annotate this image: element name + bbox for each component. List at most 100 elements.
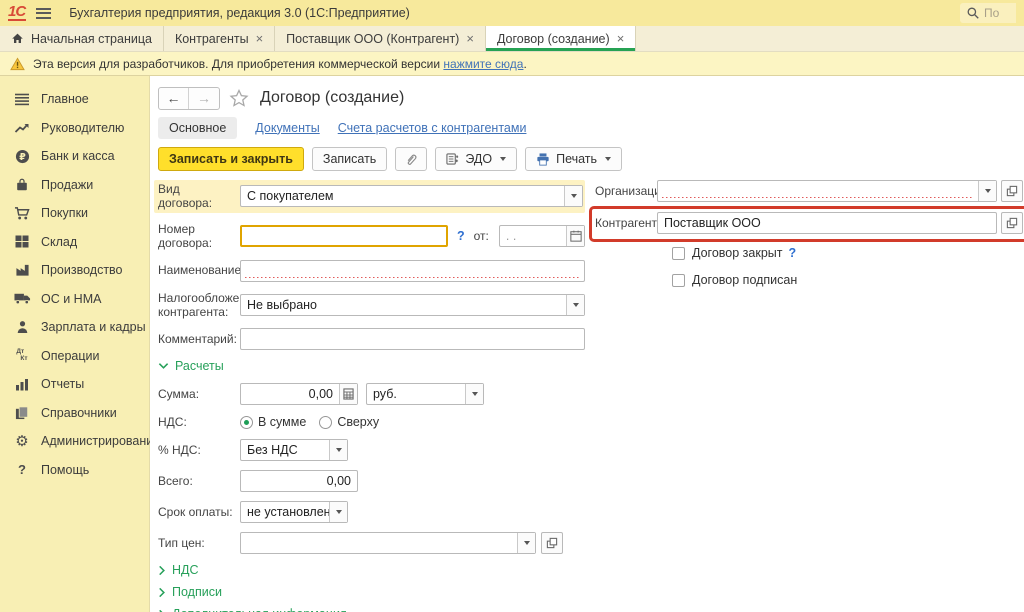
organizaciya-input[interactable] bbox=[658, 181, 978, 201]
tab-postavshchik[interactable]: Поставщик ООО (Контрагент) × bbox=[275, 26, 486, 51]
sidebar-item-label: Помощь bbox=[41, 463, 89, 477]
back-button[interactable]: ← bbox=[159, 88, 189, 109]
calendar-icon[interactable] bbox=[566, 226, 584, 246]
dropdown-arrow-icon[interactable] bbox=[329, 502, 347, 522]
raschety-section-toggle[interactable]: Расчеты bbox=[158, 359, 585, 373]
sidebar-item-operacii[interactable]: ДтКт Операции bbox=[0, 342, 149, 371]
tip-cen-input[interactable] bbox=[241, 533, 517, 553]
kommentarij-input[interactable] bbox=[240, 328, 585, 350]
radio-sverhu[interactable] bbox=[319, 416, 332, 429]
sidebar-item-otchety[interactable]: Отчеты bbox=[0, 370, 149, 399]
dropdown-arrow-icon[interactable] bbox=[329, 440, 347, 460]
tab-kontragenty[interactable]: Контрагенты × bbox=[164, 26, 275, 51]
group-dop-informaciya-toggle[interactable]: Дополнительная информация bbox=[158, 607, 585, 612]
tip-cen-select[interactable] bbox=[240, 532, 536, 554]
field-vsego: Всего: bbox=[158, 470, 585, 492]
printer-icon bbox=[536, 153, 550, 166]
ruble-coin-icon: ₽ bbox=[13, 148, 31, 164]
currency-select[interactable]: руб. bbox=[366, 383, 484, 405]
nomer-help-icon[interactable]: ? bbox=[457, 229, 465, 243]
chevron-down-icon bbox=[605, 157, 611, 161]
tab-home[interactable]: Начальная страница bbox=[0, 26, 164, 51]
srok-oplaty-select[interactable]: не установлен bbox=[240, 501, 348, 523]
chevron-right-icon bbox=[158, 587, 166, 598]
dropdown-arrow-icon[interactable] bbox=[566, 295, 584, 315]
sidebar-item-bank-i-kassa[interactable]: ₽ Банк и касса bbox=[0, 142, 149, 171]
app-window: 1С Бухгалтерия предприятия, редакция 3.0… bbox=[0, 0, 1024, 612]
pct-nds-label: % НДС: bbox=[158, 443, 240, 457]
pct-nds-select[interactable]: Без НДС bbox=[240, 439, 348, 461]
dropdown-arrow-icon[interactable] bbox=[564, 186, 582, 206]
grid-icon bbox=[13, 234, 31, 250]
nalogooblozhenie-select[interactable]: Не выбрано bbox=[240, 294, 585, 316]
save-button[interactable]: Записать bbox=[312, 147, 387, 171]
sidebar-item-os-i-nma[interactable]: ОС и НМА bbox=[0, 285, 149, 314]
field-dogovor-zakryt: Договор закрыт ? bbox=[672, 246, 1023, 260]
sidebar-item-zarplata[interactable]: Зарплата и кадры bbox=[0, 313, 149, 342]
date-field[interactable]: . . bbox=[499, 225, 585, 247]
dogovor-zakryt-checkbox[interactable] bbox=[672, 247, 685, 260]
open-link-icon[interactable] bbox=[1001, 180, 1023, 202]
edo-button[interactable]: ЭДО bbox=[435, 147, 517, 171]
tab-scheta-raschetov[interactable]: Счета расчетов с контрагентами bbox=[338, 121, 527, 135]
global-search[interactable]: По bbox=[960, 3, 1016, 23]
sections-panel: Главное Руководителю ₽ Банк и касса Прод… bbox=[0, 76, 150, 612]
factory-icon bbox=[13, 262, 31, 278]
close-icon[interactable]: × bbox=[617, 32, 625, 45]
tab-osnovnoe[interactable]: Основное bbox=[158, 117, 237, 139]
print-button[interactable]: Печать bbox=[525, 147, 622, 171]
nds-label: НДС: bbox=[158, 415, 240, 429]
warning-link[interactable]: нажмите сюда bbox=[443, 57, 523, 71]
sidebar-item-rukovoditelyu[interactable]: Руководителю bbox=[0, 114, 149, 143]
form-toolbar: Записать и закрыть Записать ЭДО Печать bbox=[158, 147, 1024, 171]
dogovor-podpisan-checkbox[interactable] bbox=[672, 274, 685, 287]
sidebar-item-proizvodstvo[interactable]: Производство bbox=[0, 256, 149, 285]
nomer-input[interactable] bbox=[240, 225, 448, 247]
forward-button[interactable]: → bbox=[189, 88, 219, 109]
sidebar-item-pokupki[interactable]: Покупки bbox=[0, 199, 149, 228]
group-nds-toggle[interactable]: НДС bbox=[158, 563, 585, 577]
sidebar-item-glavnoe[interactable]: Главное bbox=[0, 85, 149, 114]
tab-dogovor-active[interactable]: Договор (создание) × bbox=[486, 26, 636, 51]
vid-dogovora-select[interactable]: С покупателем bbox=[240, 185, 583, 207]
organizaciya-select[interactable] bbox=[657, 180, 997, 202]
dropdown-arrow-icon[interactable] bbox=[517, 533, 535, 553]
dropdown-arrow-icon[interactable] bbox=[978, 181, 996, 201]
1c-logo-icon[interactable]: 1С bbox=[8, 5, 26, 21]
summa-field[interactable] bbox=[240, 383, 358, 405]
save-and-close-button[interactable]: Записать и закрыть bbox=[158, 147, 304, 171]
nomer-label: Номер договора: bbox=[158, 222, 240, 251]
kontragent-input[interactable] bbox=[657, 212, 997, 234]
window-title: Бухгалтерия предприятия, редакция 3.0 (1… bbox=[69, 6, 410, 20]
close-icon[interactable]: × bbox=[256, 32, 264, 45]
svg-text:₽: ₽ bbox=[19, 152, 26, 163]
calculator-icon[interactable] bbox=[339, 384, 357, 404]
tab-dokumenty[interactable]: Документы bbox=[255, 121, 319, 135]
sidebar-item-spravochniki[interactable]: Справочники bbox=[0, 399, 149, 428]
attachments-button[interactable] bbox=[395, 147, 427, 171]
kommentarij-label: Комментарий: bbox=[158, 332, 240, 346]
pct-nds-value: Без НДС bbox=[241, 440, 329, 460]
sidebar-item-prodazhi[interactable]: Продажи bbox=[0, 171, 149, 200]
dropdown-arrow-icon[interactable] bbox=[465, 384, 483, 404]
field-nalogooblozhenie: Налогообложение контрагента: Не выбрано bbox=[158, 291, 585, 320]
edo-label: ЭДО bbox=[465, 152, 492, 166]
summa-input[interactable] bbox=[241, 384, 339, 404]
vsego-input[interactable] bbox=[240, 470, 358, 492]
favorite-star-icon[interactable] bbox=[229, 89, 249, 108]
vsego-label: Всего: bbox=[158, 474, 240, 488]
open-link-icon[interactable] bbox=[541, 532, 563, 554]
open-link-icon[interactable] bbox=[1001, 212, 1023, 234]
sidebar-item-administrirovanie[interactable]: ⚙ Администрирование bbox=[0, 427, 149, 456]
main-menu-icon[interactable] bbox=[36, 8, 51, 19]
chevron-down-icon bbox=[158, 362, 169, 370]
radio-sverhu-label: Сверху bbox=[337, 415, 379, 429]
radio-v-summe[interactable] bbox=[240, 416, 253, 429]
group-podpisi-toggle[interactable]: Подписи bbox=[158, 585, 585, 599]
close-icon[interactable]: × bbox=[466, 32, 474, 45]
field-nds-radio: НДС: В сумме Сверху bbox=[158, 414, 585, 430]
naimenovanie-input[interactable] bbox=[240, 260, 585, 282]
dogovor-zakryt-help-icon[interactable]: ? bbox=[789, 246, 797, 260]
sidebar-item-sklad[interactable]: Склад bbox=[0, 228, 149, 257]
sidebar-item-pomoshch[interactable]: ? Помощь bbox=[0, 456, 149, 485]
